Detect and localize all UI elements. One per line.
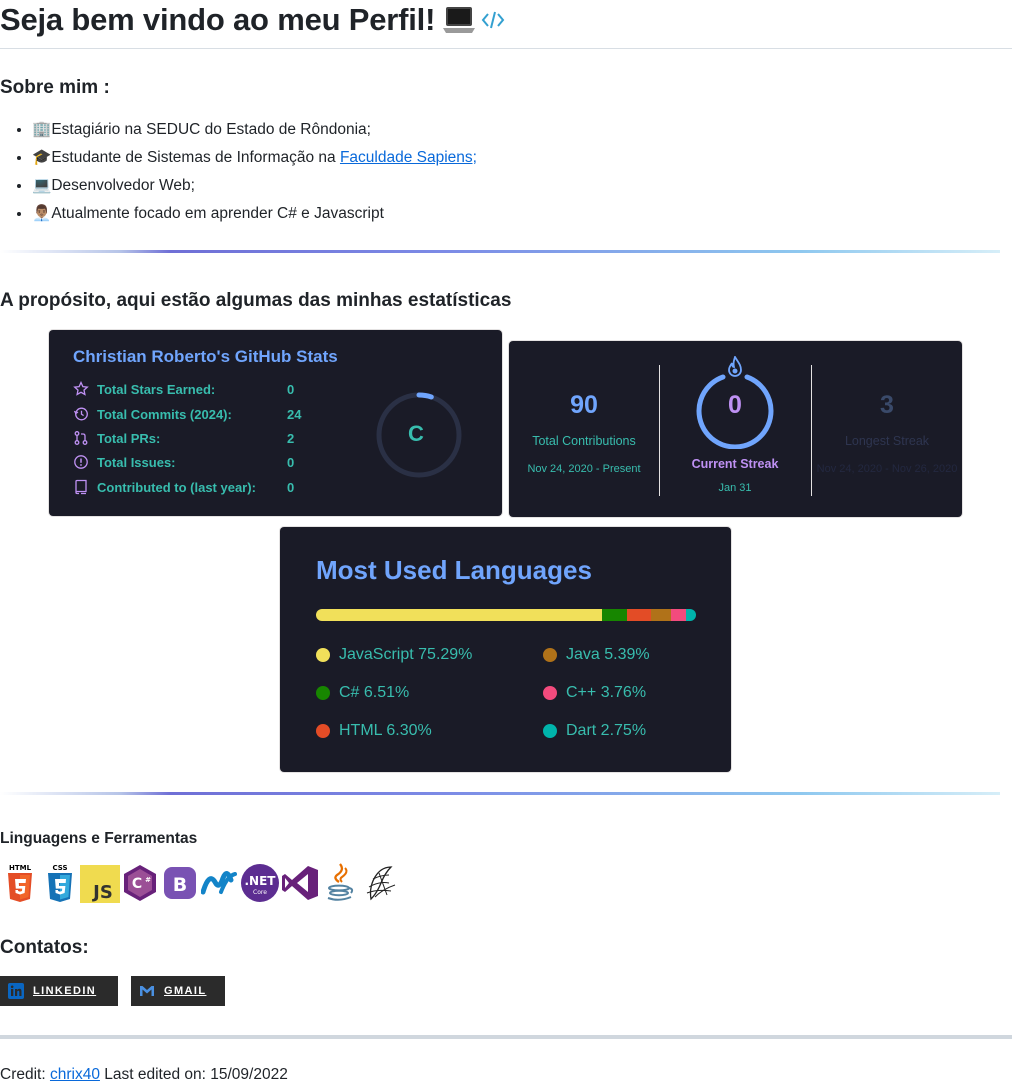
gmail-icon xyxy=(139,983,155,999)
csharp-icon[interactable]: C # xyxy=(120,862,160,904)
current-streak-value: 0 xyxy=(728,391,742,419)
gradient-divider xyxy=(0,250,1000,253)
stat-row-issues: Total Issues: 0 xyxy=(73,452,294,472)
language-item-java: Java 5.39% xyxy=(543,646,650,664)
longest-streak-value: 3 xyxy=(880,391,894,419)
list-item: 🎓Estudante de Sistemas de Informação na … xyxy=(32,144,477,172)
languages-card[interactable]: Most Used Languages JavaScript 75.29% C#… xyxy=(280,527,731,772)
credit-line: Credit: chrix40 Last edited on: 15/09/20… xyxy=(0,1066,288,1083)
page-title-text: Seja bem vindo ao meu Perfil! xyxy=(0,2,436,37)
gradient-divider xyxy=(0,792,1000,795)
language-bar-segment xyxy=(602,609,627,621)
streak-divider xyxy=(659,365,660,496)
faculdade-sapiens-link[interactable]: Faculdade Sapiens; xyxy=(340,149,477,166)
current-streak-label: Current Streak xyxy=(691,457,779,471)
dotnet-icon[interactable] xyxy=(200,862,240,904)
stats-card-title: Christian Roberto's GitHub Stats xyxy=(73,347,338,366)
pull-request-icon xyxy=(73,430,89,446)
language-bar-segment xyxy=(316,609,603,621)
language-item-html: HTML 6.30% xyxy=(316,722,432,740)
longest-streak-range: Nov 24, 2020 - Nov 26, 2020 xyxy=(816,463,958,475)
legend-dot xyxy=(543,724,557,738)
svg-text:HTML: HTML xyxy=(9,864,32,872)
list-item: 👨🏽‍💼Atualmente focado em aprender C# e J… xyxy=(32,200,477,228)
legend-dot xyxy=(316,686,330,700)
list-item: 🏢Estagiário na SEDUC do Estado de Rôndon… xyxy=(32,116,477,144)
repo-icon xyxy=(73,479,89,495)
list-item: 💻Desenvolvedor Web; xyxy=(32,172,477,200)
javascript-icon[interactable]: JS xyxy=(80,862,120,904)
svg-text:.NET: .NET xyxy=(245,874,277,888)
css3-icon[interactable]: CSS xyxy=(40,862,80,904)
svg-text:JS: JS xyxy=(91,882,113,903)
dotnet-core-icon[interactable]: .NET Core xyxy=(240,862,280,904)
title-divider xyxy=(0,48,1012,49)
stat-row-commits: Total Commits (2024): 24 xyxy=(73,404,301,424)
page-title: Seja bem vindo ao meu Perfil! xyxy=(0,2,505,38)
star-icon xyxy=(73,381,89,397)
legend-dot xyxy=(316,648,330,662)
stat-row-contributed: Contributed to (last year): 0 xyxy=(73,477,294,497)
rank-letter: C xyxy=(408,421,424,446)
language-bar-segment xyxy=(671,609,686,621)
sql-server-icon[interactable] xyxy=(360,862,400,904)
legend-dot xyxy=(543,648,557,662)
legend-dot xyxy=(543,686,557,700)
svg-text:C: C xyxy=(132,876,142,892)
java-icon[interactable] xyxy=(320,862,360,904)
graduation-cap-icon: 🎓 xyxy=(32,149,52,166)
code-icon xyxy=(481,10,505,30)
about-heading: Sobre mim : xyxy=(0,77,110,98)
language-item-javascript: JavaScript 75.29% xyxy=(316,646,472,664)
bootstrap-icon[interactable]: B xyxy=(160,862,200,904)
credit-link[interactable]: chrix40 xyxy=(50,1066,100,1083)
tools-icons-row: HTML CSS JS C # B .NET Core xyxy=(0,862,400,904)
stats-heading: A propósito, aqui estão algumas das minh… xyxy=(0,290,512,311)
footer-divider xyxy=(0,1035,1012,1039)
github-stats-card[interactable]: Christian Roberto's GitHub Stats Total S… xyxy=(49,330,502,516)
total-contributions-range: Nov 24, 2020 - Present xyxy=(527,463,641,475)
streak-stats-card[interactable]: 90 Total Contributions Nov 24, 2020 - Pr… xyxy=(509,341,962,517)
streak-divider xyxy=(811,365,812,496)
issue-icon xyxy=(73,454,89,470)
language-item-dart: Dart 2.75% xyxy=(543,722,646,740)
stat-row-prs: Total PRs: 2 xyxy=(73,428,294,448)
languages-card-title: Most Used Languages xyxy=(316,555,592,585)
languages-progress-bar xyxy=(316,609,696,621)
total-contributions-value: 90 xyxy=(570,391,598,419)
language-item-csharp: C# 6.51% xyxy=(316,684,409,702)
linkedin-badge[interactable]: LINKEDIN xyxy=(0,976,118,1006)
language-bar-segment xyxy=(626,609,651,621)
contacts-heading: Contatos: xyxy=(0,937,89,958)
about-list: 🏢Estagiário na SEDUC do Estado de Rôndon… xyxy=(0,116,477,228)
svg-text:Core: Core xyxy=(253,889,267,896)
person-icon: 👨🏽‍💼 xyxy=(32,205,52,222)
language-item-cpp: C++ 3.76% xyxy=(543,684,646,702)
fire-icon xyxy=(726,354,744,383)
language-bar-segment xyxy=(650,609,672,621)
svg-text:CSS: CSS xyxy=(52,864,67,872)
office-icon: 🏢 xyxy=(32,121,52,138)
stat-row-stars: Total Stars Earned: 0 xyxy=(73,379,294,399)
linkedin-icon xyxy=(8,983,24,999)
svg-text:B: B xyxy=(173,874,187,896)
longest-streak-label: Longest Streak xyxy=(844,434,930,448)
laptop-emoji-icon: 💻 xyxy=(32,177,52,194)
total-contributions-label: Total Contributions xyxy=(532,434,636,448)
laptop-icon xyxy=(443,5,476,35)
gmail-badge[interactable]: GMAIL xyxy=(131,976,225,1006)
current-streak-range: Jan 31 xyxy=(718,482,752,494)
language-bar-segment xyxy=(685,609,696,621)
legend-dot xyxy=(316,724,330,738)
tools-heading: Linguagens e Ferramentas xyxy=(0,830,198,847)
history-icon xyxy=(73,406,89,422)
visual-studio-icon[interactable] xyxy=(280,862,320,904)
html5-icon[interactable]: HTML xyxy=(0,862,40,904)
svg-text:#: # xyxy=(145,876,151,884)
